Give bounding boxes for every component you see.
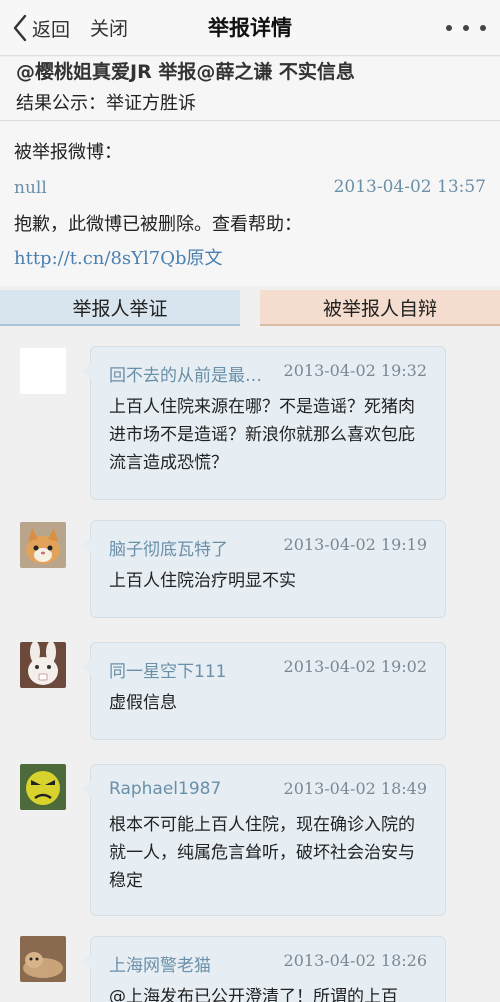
cat-lying-avatar[interactable] [20,936,66,982]
report-header: @樱桃姐真爱JR 举报@薛之谦 不实信息 结果公示：举证方胜诉 [0,57,500,121]
comment-author[interactable]: 回不去的从前是最… [109,361,262,386]
navbar: 返回 关闭 举报详情 [0,0,500,56]
page-title: 举报详情 [208,16,292,40]
reported-weibo-text: 抱歉，此微博已被删除。查看帮助： http://t.cn/8sYl7Qb原文 [14,208,314,276]
cat-avatar[interactable] [20,522,66,568]
chevron-left-icon [13,14,27,42]
comment-time: 2013-04-02 19:02 [283,657,427,676]
comment-author[interactable]: 脑子彻底瓦特了 [109,535,228,560]
comment-time: 2013-04-02 19:19 [283,535,427,554]
reported-weibo-user[interactable]: null [14,178,47,198]
comment-text: 上百人住院治疗明显不实 [109,571,296,591]
comment-bubble: 同一星空下111 2013-04-02 19:02 虚假信息 [81,642,446,740]
angry-face-avatar[interactable] [20,764,66,810]
comment-bubble: 脑子彻底瓦特了 2013-04-02 19:19 上百人住院治疗明显不实 [81,520,446,618]
tab-reporter-evidence[interactable]: 举报人举证 [0,290,240,326]
comment-text: 虚假信息 [109,693,177,713]
deleted-notice: 抱歉，此微博已被删除。查看帮助： [14,214,302,235]
blank-avatar[interactable] [20,348,66,394]
comment-text: @上海发布已公开澄清了！所谓的上百 [109,987,398,1002]
close-button[interactable]: 关闭 [90,14,128,41]
comment-author[interactable]: Raphael1987 [109,779,221,799]
back-button[interactable]: 返回 [12,12,70,44]
comment-author[interactable]: 同一星空下111 [109,657,226,682]
report-result: 结果公示：举证方胜诉 [16,93,196,114]
comment-time: 2013-04-02 19:32 [283,361,427,380]
comment-author[interactable]: 上海网警老猫 [109,951,211,976]
comment-bubble: 回不去的从前是最… 2013-04-02 19:32 上百人住院来源在哪？不是造… [81,346,446,500]
comment-time: 2013-04-02 18:26 [283,951,427,970]
reported-weibo-time: 2013-04-02 13:57 [333,177,486,197]
report-summary: @樱桃姐真爱JR 举报@薛之谦 不实信息 [16,61,355,83]
rabbit-avatar[interactable] [20,642,66,688]
more-options-icon[interactable] [446,14,486,42]
comment-text: 根本不可能上百人住院，现在确诊入院的就一人，纯属危言耸听，破坏社会治安与稳定 [109,815,415,891]
tab-defendant-defense[interactable]: 被举报人自辩 [260,290,500,326]
comment-time: 2013-04-02 18:49 [283,779,427,798]
evidence-tabs: 举报人举证 被举报人自辩 [0,290,500,328]
back-label: 返回 [32,18,71,41]
comment-text: 上百人住院来源在哪？不是造谣？死猪肉进市场不是造谣？新浪你就那么喜欢包庇流言造成… [109,397,415,473]
comment-bubble: 上海网警老猫 2013-04-02 18:26 @上海发布已公开澄清了！所谓的上… [81,936,446,1002]
reported-weibo-label: 被举报微博： [14,142,122,163]
comment-bubble: Raphael1987 2013-04-02 18:49 根本不可能上百人住院，… [81,764,446,916]
original-link[interactable]: http://t.cn/8sYl7Qb原文 [14,248,223,269]
